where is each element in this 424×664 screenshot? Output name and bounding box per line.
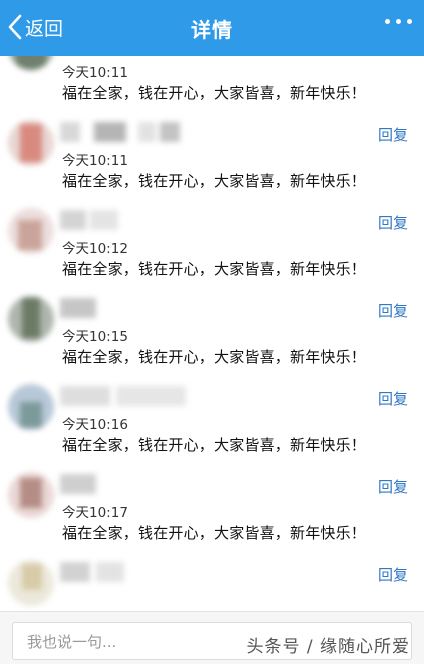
comment-time: 今天10:11 xyxy=(62,153,128,169)
avatar[interactable] xyxy=(8,296,54,342)
more-dots-icon[interactable] xyxy=(385,19,412,24)
reply-button[interactable]: 回复 xyxy=(378,476,408,497)
avatar[interactable] xyxy=(8,208,54,254)
comment-input-bar: 我也说一句... 头条号 / 缘随心所爱 xyxy=(0,611,424,664)
comment-text: 福在全家，钱在开心，大家皆喜，新年快乐！ xyxy=(62,436,367,454)
page-title: 详情 xyxy=(191,18,233,42)
reply-button[interactable]: 回复 xyxy=(378,124,408,145)
comment-item: 回复 今天10:17 福在全家，钱在开心，大家皆喜，新年快乐！ xyxy=(0,472,424,560)
comment-time: 今天10:12 xyxy=(62,241,128,257)
comment-item: 今天10:11 福在全家，钱在开心，大家皆喜，新年快乐！ xyxy=(0,56,424,112)
username-blurred xyxy=(60,562,130,582)
username-blurred xyxy=(60,298,100,318)
username-blurred xyxy=(60,122,200,142)
comment-text: 福在全家，钱在开心，大家皆喜，新年快乐！ xyxy=(62,84,367,102)
comment-text: 福在全家，钱在开心，大家皆喜，新年快乐！ xyxy=(62,524,367,542)
avatar[interactable] xyxy=(8,560,54,606)
comment-list: 今天10:11 福在全家，钱在开心，大家皆喜，新年快乐！ 回复 今天10:11 … xyxy=(0,56,424,611)
reply-button[interactable]: 回复 xyxy=(378,212,408,233)
comment-time: 今天10:17 xyxy=(62,505,128,521)
nav-bar: 返回 详情 xyxy=(0,0,424,56)
comment-text: 福在全家，钱在开心，大家皆喜，新年快乐！ xyxy=(62,348,367,366)
reply-button[interactable]: 回复 xyxy=(378,300,408,321)
comment-item: 回复 今天10:15 福在全家，钱在开心，大家皆喜，新年快乐！ xyxy=(0,296,424,384)
watermark-text: 头条号 / 缘随心所爱 xyxy=(246,637,410,657)
avatar[interactable] xyxy=(8,472,54,518)
username-blurred xyxy=(60,210,120,230)
avatar[interactable] xyxy=(8,120,54,166)
reply-button[interactable]: 回复 xyxy=(378,564,408,585)
comment-item: 回复 xyxy=(0,560,424,611)
comment-text: 福在全家，钱在开心，大家皆喜，新年快乐！ xyxy=(62,260,367,278)
avatar[interactable] xyxy=(8,56,54,70)
comment-item: 回复 今天10:16 福在全家，钱在开心，大家皆喜，新年快乐！ xyxy=(0,384,424,472)
comment-item: 回复 今天10:12 福在全家，钱在开心，大家皆喜，新年快乐！ xyxy=(0,208,424,296)
reply-button[interactable]: 回复 xyxy=(378,388,408,409)
comment-item: 回复 今天10:11 福在全家，钱在开心，大家皆喜，新年快乐！ xyxy=(0,120,424,208)
username-blurred xyxy=(60,386,200,406)
comment-time: 今天10:15 xyxy=(62,329,128,345)
avatar[interactable] xyxy=(8,384,54,430)
comment-time: 今天10:16 xyxy=(62,417,128,433)
comment-text: 福在全家，钱在开心，大家皆喜，新年快乐！ xyxy=(62,172,367,190)
comment-time: 今天10:11 xyxy=(62,65,128,81)
username-blurred xyxy=(60,474,100,494)
